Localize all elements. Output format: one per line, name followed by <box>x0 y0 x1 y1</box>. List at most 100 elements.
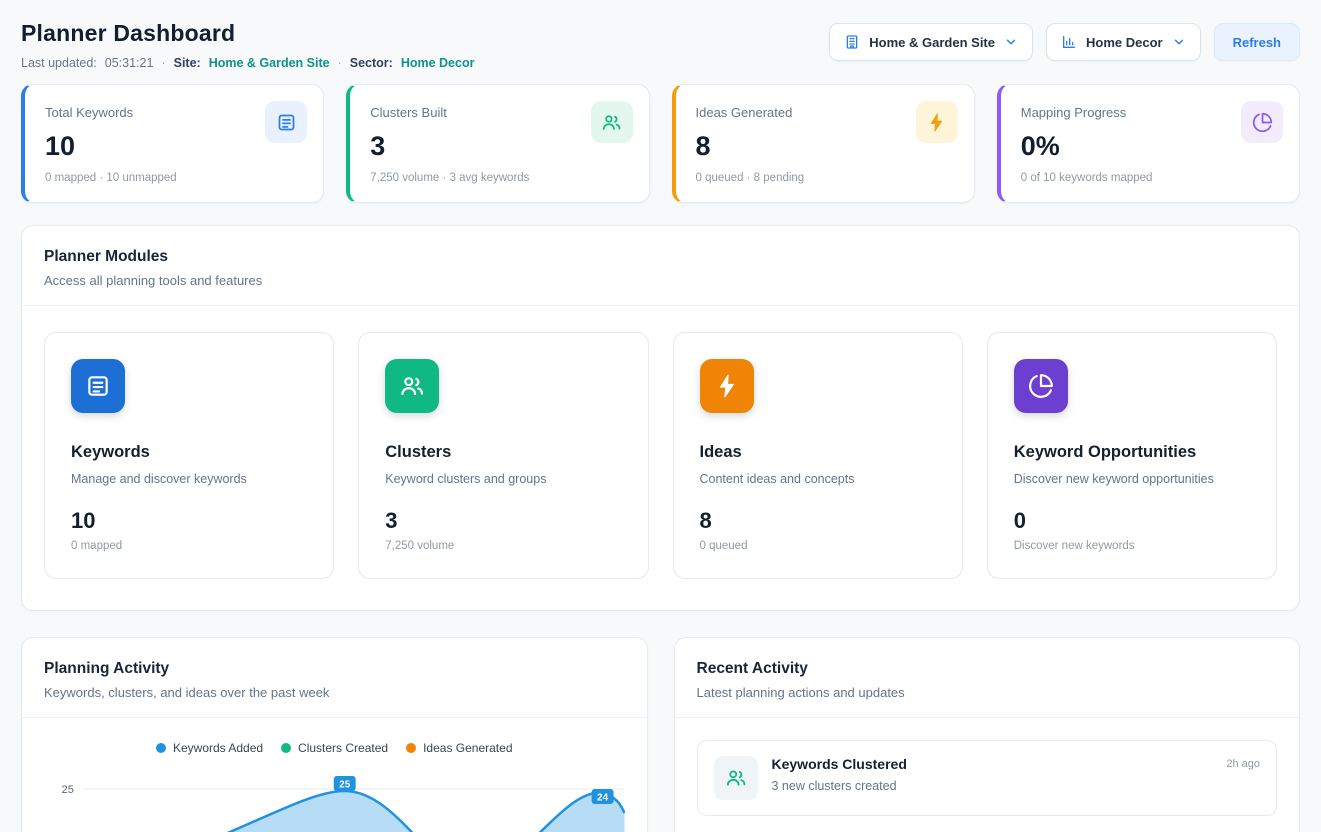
legend-label: Ideas Generated <box>423 741 512 755</box>
sector-selector-label: Home Decor <box>1086 35 1163 50</box>
legend-dot <box>406 743 416 753</box>
legend-item-clusters-created: Clusters Created <box>281 741 388 755</box>
planner-modules-header: Planner Modules Access all planning tool… <box>22 226 1299 306</box>
header-meta: Last updated: 05:31:21 · Site: Home & Ga… <box>21 56 474 70</box>
section-title: Planner Modules <box>44 248 1277 266</box>
document-icon <box>71 359 125 413</box>
planning-activity-chart: 25 25 24 <box>44 765 625 832</box>
module-title: Keyword Opportunities <box>1014 443 1250 462</box>
module-card-ideas[interactable]: Ideas Content ideas and concepts 8 0 que… <box>673 332 963 579</box>
users-icon <box>714 756 758 800</box>
stats-row: Total Keywords 10 0 mapped · 10 unmapped… <box>21 84 1300 203</box>
legend-dot <box>156 743 166 753</box>
legend-dot <box>281 743 291 753</box>
site-link[interactable]: Home & Garden Site <box>209 56 330 70</box>
section-subtitle: Latest planning actions and updates <box>697 685 1278 700</box>
legend-item-ideas-generated: Ideas Generated <box>406 741 512 755</box>
y-axis-tick: 25 <box>62 784 74 796</box>
site-label: Site: <box>174 56 201 70</box>
module-description: Manage and discover keywords <box>71 472 307 486</box>
document-icon <box>265 101 307 143</box>
header-left: Planner Dashboard Last updated: 05:31:21… <box>21 20 474 70</box>
stat-card-ideas-generated: Ideas Generated 8 0 queued · 8 pending <box>672 84 975 203</box>
site-selector-label: Home & Garden Site <box>869 35 995 50</box>
chart-point-label: 25 <box>334 776 356 791</box>
legend-label: Clusters Created <box>298 741 388 755</box>
module-description: Keyword clusters and groups <box>385 472 621 486</box>
pie-chart-icon <box>1014 359 1068 413</box>
section-title: Recent Activity <box>697 660 1278 678</box>
recent-activity-header: Recent Activity Latest planning actions … <box>675 638 1300 718</box>
activity-title: Keywords Clustered <box>772 756 907 772</box>
module-title: Keywords <box>71 443 307 462</box>
module-value: 0 <box>1014 508 1250 534</box>
site-selector-dropdown[interactable]: Home & Garden Site <box>829 23 1033 61</box>
last-updated-label: Last updated: <box>21 56 97 70</box>
stat-sub: 0 of 10 keywords mapped <box>1021 172 1279 184</box>
header-controls: Home & Garden Site Home Decor Refresh <box>829 23 1300 61</box>
sector-link[interactable]: Home Decor <box>401 56 475 70</box>
chart-point-label: 24 <box>592 789 614 804</box>
lightning-icon <box>700 359 754 413</box>
activity-description: 3 new clusters created <box>772 779 907 793</box>
planning-activity-header: Planning Activity Keywords, clusters, an… <box>22 638 647 718</box>
module-sub: 0 queued <box>700 540 936 552</box>
meta-separator: · <box>338 56 342 70</box>
module-sub: Discover new keywords <box>1014 540 1250 552</box>
module-value: 8 <box>700 508 936 534</box>
module-sub: 0 mapped <box>71 540 307 552</box>
pie-chart-icon <box>1241 101 1283 143</box>
bar-chart-icon <box>1061 34 1077 50</box>
stat-sub: 7,250 volume · 3 avg keywords <box>370 172 628 184</box>
planner-dashboard-page: Planner Dashboard Last updated: 05:31:21… <box>0 0 1321 832</box>
module-description: Content ideas and concepts <box>700 472 936 486</box>
topbar: Planner Dashboard Last updated: 05:31:21… <box>21 20 1300 70</box>
planner-modules-panel: Planner Modules Access all planning tool… <box>21 225 1300 611</box>
section-subtitle: Access all planning tools and features <box>44 273 1277 288</box>
section-title: Planning Activity <box>44 660 625 678</box>
lightning-icon <box>916 101 958 143</box>
module-sub: 7,250 volume <box>385 540 621 552</box>
sector-label: Sector: <box>350 56 393 70</box>
bottom-row: Planning Activity Keywords, clusters, an… <box>21 637 1300 832</box>
sector-selector-dropdown[interactable]: Home Decor <box>1046 23 1201 61</box>
modules-grid: Keywords Manage and discover keywords 10… <box>22 306 1299 610</box>
activity-timestamp: 2h ago <box>1226 756 1260 770</box>
stat-value: 0% <box>1021 131 1279 162</box>
building-icon <box>844 34 860 50</box>
last-updated-value: 05:31:21 <box>105 56 154 70</box>
chevron-down-icon <box>1004 35 1018 49</box>
module-title: Clusters <box>385 443 621 462</box>
activity-list: Keywords Clustered 3 new clusters create… <box>675 718 1300 832</box>
stat-label: Clusters Built <box>370 105 628 120</box>
users-icon <box>385 359 439 413</box>
page-title: Planner Dashboard <box>21 20 474 47</box>
stat-value: 3 <box>370 131 628 162</box>
activity-text: Keywords Clustered 3 new clusters create… <box>772 756 907 793</box>
users-icon <box>591 101 633 143</box>
svg-text:25: 25 <box>339 779 351 790</box>
refresh-button[interactable]: Refresh <box>1214 23 1300 61</box>
stat-card-clusters-built: Clusters Built 3 7,250 volume · 3 avg ke… <box>346 84 649 203</box>
module-card-keyword-opportunities[interactable]: Keyword Opportunities Discover new keywo… <box>987 332 1277 579</box>
legend-label: Keywords Added <box>173 741 263 755</box>
stat-value: 8 <box>696 131 954 162</box>
stat-sub: 0 queued · 8 pending <box>696 172 954 184</box>
section-subtitle: Keywords, clusters, and ideas over the p… <box>44 685 625 700</box>
stat-card-mapping-progress: Mapping Progress 0% 0 of 10 keywords map… <box>997 84 1300 203</box>
module-card-keywords[interactable]: Keywords Manage and discover keywords 10… <box>44 332 334 579</box>
legend-item-keywords-added: Keywords Added <box>156 741 263 755</box>
module-value: 10 <box>71 508 307 534</box>
module-title: Ideas <box>700 443 936 462</box>
chart-area: 25 25 24 <box>22 765 647 832</box>
planning-activity-panel: Planning Activity Keywords, clusters, an… <box>21 637 648 832</box>
stat-sub: 0 mapped · 10 unmapped <box>45 172 303 184</box>
module-card-clusters[interactable]: Clusters Keyword clusters and groups 3 7… <box>358 332 648 579</box>
chevron-down-icon <box>1172 35 1186 49</box>
module-value: 3 <box>385 508 621 534</box>
module-description: Discover new keyword opportunities <box>1014 472 1250 486</box>
chart-legend: Keywords Added Clusters Created Ideas Ge… <box>22 741 647 755</box>
stat-card-total-keywords: Total Keywords 10 0 mapped · 10 unmapped <box>21 84 324 203</box>
activity-list-item: Keywords Clustered 3 new clusters create… <box>697 740 1278 816</box>
svg-text:24: 24 <box>597 792 609 803</box>
